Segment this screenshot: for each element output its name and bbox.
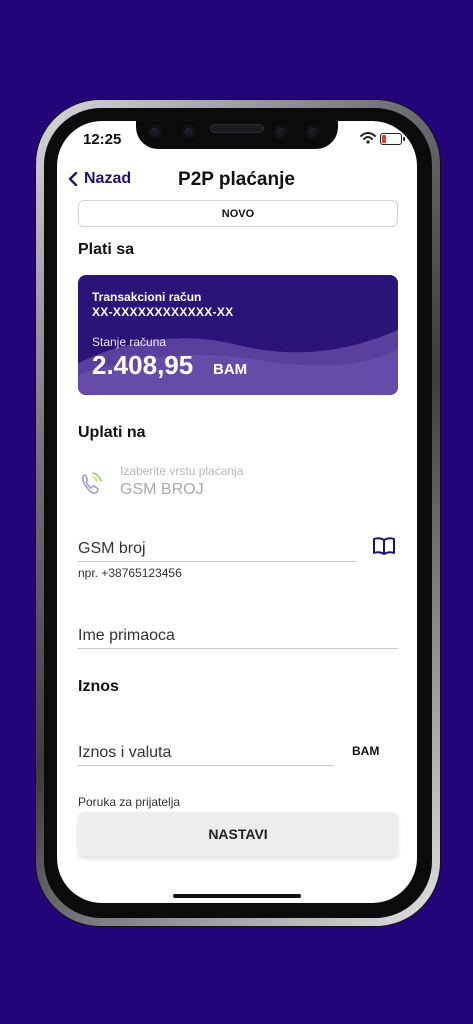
- recipient-name-input[interactable]: Ime primaoca: [78, 627, 175, 645]
- status-time: 12:25: [83, 131, 122, 148]
- home-indicator[interactable]: [173, 894, 301, 898]
- wifi-icon: [360, 132, 376, 144]
- sensor-icon: [274, 125, 288, 139]
- phone-call-icon: [81, 472, 102, 495]
- front-camera-icon: [306, 125, 320, 139]
- balance-amount: 2.408,95: [92, 350, 194, 380]
- page-title: P2P plaćanje: [178, 169, 295, 190]
- account-number: XX-XXXXXXXXXXXX-XX: [92, 305, 234, 319]
- pay-from-heading: Plati sa: [78, 241, 135, 258]
- account-type: Transakcioni račun: [92, 290, 202, 304]
- amount-underline: [78, 765, 334, 766]
- amount-heading: Iznos: [78, 678, 119, 695]
- balance-currency: BAM: [213, 361, 248, 378]
- payment-type-selector[interactable]: Izaberite vrstu plaćanja GSM BROJ: [78, 464, 243, 498]
- speaker-grille: [210, 124, 264, 133]
- amount-input[interactable]: Iznos i valuta: [78, 744, 171, 762]
- sensor-icon: [148, 125, 162, 139]
- payment-type-label: Izaberite vrstu plaćanja: [120, 464, 244, 478]
- continue-button[interactable]: NASTAVI: [78, 812, 398, 856]
- recipient-underline: [78, 648, 398, 649]
- contacts-book-icon[interactable]: [372, 536, 396, 556]
- gsm-hint: npr. +38765123456: [78, 566, 182, 580]
- camera-icon: [182, 125, 196, 139]
- balance-label: Stanje računa: [92, 335, 167, 349]
- novo-button[interactable]: NOVO: [78, 200, 398, 227]
- gsm-underline: [78, 561, 356, 562]
- battery-icon: [380, 133, 405, 145]
- app-screen: [57, 121, 417, 903]
- pay-to-heading: Uplati na: [78, 424, 146, 441]
- amount-currency[interactable]: BAM: [352, 744, 379, 758]
- account-card[interactable]: Transakcioni račun XX-XXXXXXXXXXXX-XX St…: [78, 275, 398, 395]
- gsm-number-input[interactable]: GSM broj: [78, 540, 146, 558]
- payment-type-value: GSM BROJ: [120, 481, 204, 498]
- message-label: Poruka za prijatelja: [78, 795, 181, 809]
- notch: [136, 116, 338, 149]
